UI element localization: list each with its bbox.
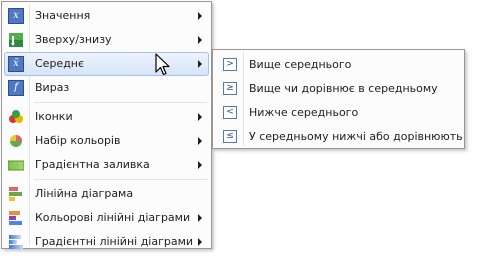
submenu-item-below-or-equal-average[interactable]: ≤ У середньому нижчі або дорівнюють <box>215 125 463 149</box>
top-bottom-icon <box>8 32 24 48</box>
submenu-item-below-average[interactable]: < Нижче середнього <box>215 101 462 125</box>
menu-item-values[interactable]: x Значення <box>4 4 209 28</box>
expression-icon: f <box>8 80 24 96</box>
menu-item-label: Вираз <box>35 81 70 94</box>
submenu-arrow-icon <box>198 214 202 222</box>
less-or-equal-icon: ≤ <box>223 130 237 143</box>
data-bar-icon <box>8 186 24 202</box>
variable-x-icon: x <box>8 8 24 24</box>
submenu-item-label: Вище середнього <box>249 58 352 71</box>
submenu-arrow-icon <box>198 113 202 121</box>
menu-item-label: Кольорові лінійні діаграми <box>35 211 191 224</box>
greater-than-icon: > <box>223 58 237 71</box>
menu-item-label: Набір кольорів <box>35 134 121 147</box>
greater-or-equal-icon: ≥ <box>223 82 237 95</box>
menu-item-top-bottom[interactable]: Зверху/знизу <box>4 28 209 52</box>
submenu-arrow-icon <box>198 36 202 44</box>
menu-item-label: Значення <box>35 9 91 22</box>
menu-item-expression[interactable]: f Вираз <box>4 76 209 100</box>
average-x-bar-icon: x̄ <box>8 56 24 72</box>
icon-sets-icon <box>8 109 24 125</box>
menu-item-label: Градієнтна заливка <box>35 158 150 171</box>
submenu-arrow-icon <box>198 238 202 246</box>
color-scales-icon <box>8 133 24 149</box>
menu-item-label: Градієнтні лінійні діаграми <box>35 235 194 248</box>
menu-item-label: Зверху/знизу <box>35 33 112 46</box>
menu-item-label: Лінійна діаграма <box>35 187 134 200</box>
submenu-item-label: У середньому нижчі або дорівнюють <box>249 130 463 143</box>
menu-item-color-data-bars[interactable]: Кольорові лінійні діаграми <box>4 206 209 230</box>
submenu-arrow-icon <box>198 137 202 145</box>
menu-item-gradient-data-bars[interactable]: Градієнтні лінійні діаграми <box>4 230 209 254</box>
menu-item-data-bar[interactable]: Лінійна діаграма <box>4 182 209 206</box>
submenu-item-above-or-equal-average[interactable]: ≥ Вище чи дорівнює в середньому <box>215 77 462 101</box>
submenu-item-label: Нижче середнього <box>249 106 359 119</box>
submenu-arrow-icon <box>198 60 202 68</box>
menu-item-label: Середнє <box>35 57 85 70</box>
submenu-arrow-icon <box>198 12 202 20</box>
average-submenu: > Вище середнього ≥ Вище чи дорівнює в с… <box>212 49 465 149</box>
color-data-bars-icon <box>8 210 24 226</box>
menu-item-icons[interactable]: Іконки <box>4 105 209 129</box>
submenu-item-above-average[interactable]: > Вище середнього <box>215 53 462 77</box>
gradient-fill-icon <box>7 157 25 173</box>
less-than-icon: < <box>223 106 237 119</box>
menu-item-gradient-fill[interactable]: Градієнтна заливка <box>4 153 209 177</box>
menu-item-average[interactable]: x̄ Середнє <box>4 52 209 76</box>
gradient-data-bars-icon <box>8 234 24 250</box>
submenu-arrow-icon <box>198 161 202 169</box>
submenu-item-label: Вище чи дорівнює в середньому <box>249 82 438 95</box>
mouse-pointer-icon <box>155 53 170 76</box>
conditional-format-menu: x Значення Зверху/знизу x̄ Середнє f Вир… <box>1 1 212 249</box>
menu-item-color-scales[interactable]: Набір кольорів <box>4 129 209 153</box>
menu-item-label: Іконки <box>35 110 73 123</box>
